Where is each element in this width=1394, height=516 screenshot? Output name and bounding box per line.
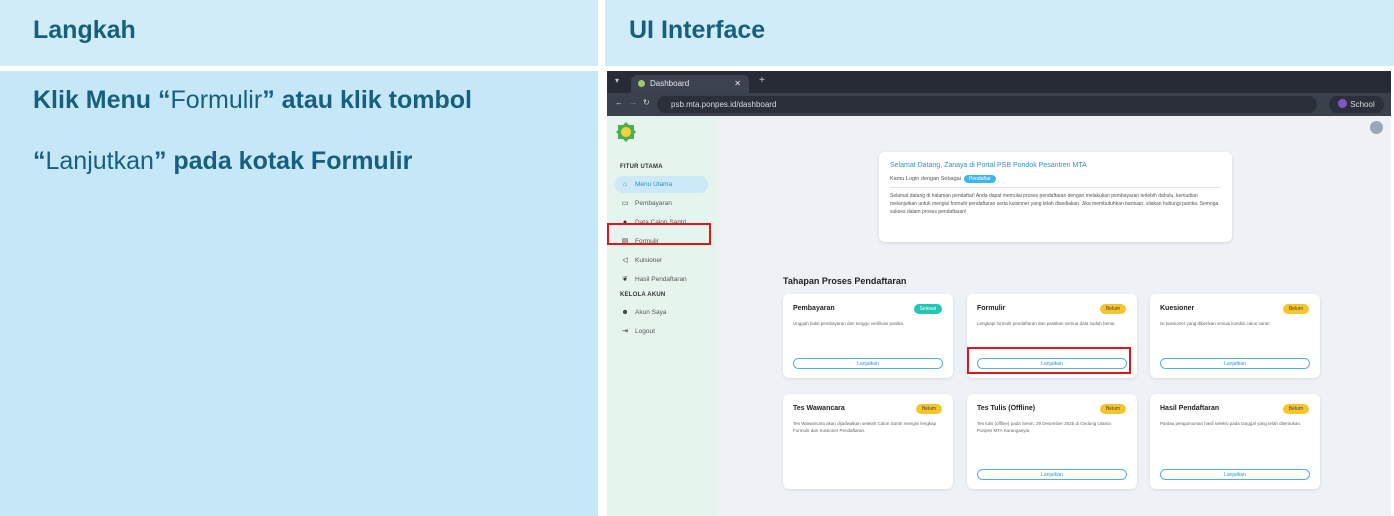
highlight-lanjutkan-button: [967, 347, 1131, 374]
ponpes-logo: [616, 122, 636, 142]
welcome-card: Selamat Datang, Zanaya di Portal PSB Pon…: [879, 152, 1232, 242]
step-line1-seg-2: ” atau klik tombol: [262, 86, 472, 114]
logout-icon: ⇥: [622, 328, 628, 335]
card-title: Tes Tulis (Offline): [977, 405, 1036, 412]
card-title: Tes Wawancara: [793, 405, 845, 412]
forward-icon[interactable]: →: [629, 98, 637, 107]
browser-urlbar: ← → ↻ psb.mta.ponpes.id/dashboard School: [607, 93, 1391, 116]
sidebar-item-label: Pembayaran: [635, 200, 672, 207]
step-line2-seg-2: ” pada kotak Formulir: [153, 147, 413, 175]
sidebar-section-akun: KELOLA AKUN: [620, 292, 666, 298]
step-line-2: “Lanjutkan” pada kotak Formulir: [33, 146, 412, 176]
card-icon: ▭: [621, 200, 629, 207]
step-line1-seg-1: Formulir: [170, 86, 263, 114]
tab-title: Dashboard: [650, 79, 690, 88]
step-line-1: Klik Menu “Formulir” atau klik tombol: [33, 85, 472, 115]
sidebar-item-label: Logout: [635, 328, 655, 335]
step-line2-seg-0: “: [33, 147, 46, 175]
back-icon[interactable]: ←: [615, 98, 623, 107]
card-description: Pantau pengumuman hasil seleksi pada tan…: [1160, 421, 1302, 426]
sidebar-item-label: Hasil Pendaftaran: [635, 276, 687, 283]
card-description: Unggah bukti pembayaran dan tunggu verif…: [793, 321, 905, 326]
role-badge: Pendaftar: [963, 175, 996, 183]
browser-tab[interactable]: Dashboard ✕: [631, 75, 749, 93]
card-title: Pembayaran: [793, 305, 835, 312]
card-title: Formulir: [977, 305, 1006, 312]
sidebar-section-fitur: FITUR UTAMA: [620, 164, 663, 170]
status-badge: Belum: [915, 404, 942, 414]
profile-button[interactable]: School: [1329, 96, 1384, 113]
browser-tabbar: Dashboard ✕ + ▾: [607, 71, 1391, 93]
sidebar-item-label: Akun Saya: [635, 309, 667, 316]
login-as-label: Kamu Login dengan Sebagai: [890, 176, 961, 182]
header-ui-interface: UI Interface: [605, 0, 1394, 66]
stage-card-5: Hasil Pendaftaran Belum Pantau pengumuman …: [1150, 394, 1320, 489]
status-badge: Belum: [1282, 304, 1309, 314]
user-gear-icon: ☻: [621, 309, 629, 316]
stage-card-4: Tes Tulis (Offline) Belum Tes tulis (offli…: [967, 394, 1137, 489]
card-title: Kuesioner: [1160, 305, 1195, 312]
lanjutkan-button[interactable]: Lanjutkan: [793, 358, 943, 369]
sidebar-item-1-sb-items2[interactable]: ⇥ Logout: [615, 323, 708, 340]
status-badge: Belum: [1099, 304, 1126, 314]
status-badge: Belum: [1282, 404, 1309, 414]
welcome-divider: [890, 187, 1221, 188]
lanjutkan-button[interactable]: Lanjutkan: [1160, 358, 1310, 369]
sidebar: FITUR UTAMA ⌂ Menu Utama ▭ Pembayaran ● Data …: [607, 116, 717, 516]
close-tab-icon[interactable]: ✕: [734, 75, 741, 93]
card-description: Tes tulis (offline) pada Senin, 29 Desem…: [977, 421, 1111, 433]
status-badge: Belum: [1099, 404, 1126, 414]
lanjutkan-button[interactable]: Lanjutkan: [1160, 469, 1310, 480]
stage-card-0: Pembayaran Selesai Unggah bukti pembayaran…: [783, 294, 953, 378]
reload-icon[interactable]: ↻: [643, 98, 650, 107]
sidebar-item-5-sb-items[interactable]: ❦ Hasil Pendaftaran: [615, 271, 708, 288]
card-description: Lengkapi formulir pendaftaran dan pastik…: [977, 321, 1116, 326]
card-title: Hasil Pendaftaran: [1160, 405, 1220, 412]
login-role: Kamu Login dengan Sebagai Pendaftar: [890, 175, 996, 183]
step-line1-seg-0: Klik Menu “: [33, 86, 171, 114]
stage-card-2: Kuesioner Belum Isi kuesioner yang diberik…: [1150, 294, 1320, 378]
sidebar-item-0-sb-items[interactable]: ⌂ Menu Utama: [615, 176, 708, 193]
tab-menu-icon[interactable]: ▾: [615, 76, 619, 85]
app-screenshot: Dashboard ✕ + ▾ ← → ↻ psb.mta.ponpes.id/…: [607, 71, 1391, 516]
main-content: Selamat Datang, Zanaya di Portal PSB Pon…: [717, 116, 1391, 516]
profile-label: School: [1350, 100, 1375, 109]
card-description: Isi kuesioner yang diberikan sesuai kond…: [1160, 321, 1271, 326]
step-cell: Klik Menu “Formulir” atau klik tombol “L…: [0, 71, 598, 516]
home-icon: ⌂: [622, 181, 628, 188]
avatar[interactable]: [1370, 121, 1383, 134]
section-title: Tahapan Proses Pendaftaran: [783, 276, 907, 286]
sidebar-item-1-sb-items[interactable]: ▭ Pembayaran: [615, 195, 708, 212]
address-bar[interactable]: psb.mta.ponpes.id/dashboard: [657, 96, 1317, 113]
favicon-icon: [638, 80, 645, 87]
sidebar-item-0-sb-items2[interactable]: ☻ Akun Saya: [615, 304, 708, 321]
status-badge: Selesai: [913, 304, 942, 314]
card-description: Tes Wawancara akan dijadwalkan setelah C…: [793, 421, 937, 433]
users-icon: ❦: [622, 276, 628, 283]
megaphone-icon: ◁: [622, 257, 628, 264]
highlight-formulir-menu: [607, 223, 711, 245]
sidebar-item-label: Kuisioner: [635, 257, 663, 264]
lanjutkan-button[interactable]: Lanjutkan: [977, 469, 1127, 480]
step-line2-seg-1: Lanjutkan: [45, 147, 154, 175]
welcome-title: Selamat Datang, Zanaya di Portal PSB Pon…: [890, 162, 1087, 169]
stage-card-3: Tes Wawancara Belum Tes Wawancara akan dij…: [783, 394, 953, 489]
header-langkah: Langkah: [0, 0, 598, 66]
column-divider: [598, 0, 605, 516]
sidebar-item-label: Menu Utama: [635, 181, 673, 188]
new-tab-icon[interactable]: +: [759, 75, 765, 86]
sidebar-item-4-sb-items[interactable]: ◁ Kuisioner: [615, 252, 708, 269]
welcome-text: Selamat datang di halaman pendaftar! And…: [890, 193, 1219, 215]
